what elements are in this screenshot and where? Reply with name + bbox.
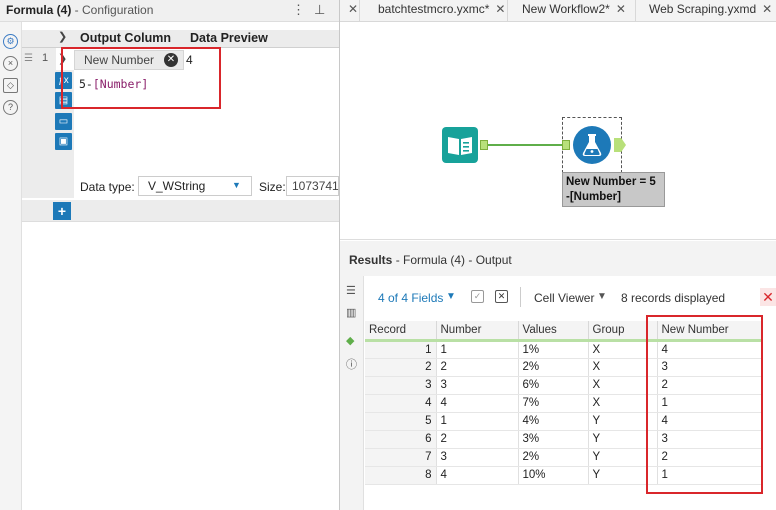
connection-line[interactable]: [488, 144, 564, 146]
data-type-label: Data type:: [80, 180, 135, 194]
output-column-header: Output Column: [80, 31, 171, 45]
drag-handle-icon[interactable]: ☰: [24, 53, 33, 64]
results-title: Results - Formula (4) - Output: [349, 253, 512, 267]
close-icon[interactable]: ✕: [760, 288, 776, 306]
table-cell[interactable]: 2: [436, 430, 519, 449]
flask-icon: [582, 134, 602, 156]
deselect-icon[interactable]: ✕: [495, 290, 508, 303]
record-number-cell[interactable]: 8: [365, 466, 437, 485]
table-cell[interactable]: 3: [436, 376, 519, 395]
chevron-down-icon[interactable]: ▼: [446, 291, 456, 302]
input-data-tool[interactable]: [442, 127, 478, 163]
column-header[interactable]: Values: [518, 321, 589, 342]
column-header[interactable]: Record: [365, 321, 437, 342]
help-icon[interactable]: ⓘ: [346, 356, 357, 372]
row-number: 1: [42, 52, 49, 64]
highlight-box-formula: [61, 47, 221, 109]
input-anchor[interactable]: [562, 140, 570, 150]
open-folder-icon[interactable]: ▭: [55, 113, 72, 130]
tag-icon[interactable]: ◇: [3, 78, 18, 93]
size-label: Size:: [259, 180, 286, 194]
record-number-cell[interactable]: 7: [365, 448, 437, 467]
table-cell[interactable]: 4%: [518, 412, 589, 431]
data-preview-header: Data Preview: [190, 31, 268, 45]
workflow-canvas[interactable]: [340, 23, 776, 240]
size-value: 1073741823: [292, 179, 339, 193]
record-number-cell[interactable]: 5: [365, 412, 437, 431]
close-icon[interactable]: ✕: [348, 2, 358, 16]
data-type-value: V_WString: [148, 179, 206, 193]
table-cell[interactable]: 3: [436, 448, 519, 467]
save-icon[interactable]: ▣: [55, 133, 72, 150]
help-icon[interactable]: ?: [3, 100, 18, 115]
close-icon[interactable]: ✕: [616, 2, 626, 16]
book-icon: [448, 137, 472, 155]
output-anchor[interactable]: [480, 140, 488, 150]
tab-web-scraping[interactable]: Web Scraping.yxmd ✕: [636, 0, 776, 22]
table-cell[interactable]: 3%: [518, 430, 589, 449]
table-cell[interactable]: 4: [436, 394, 519, 413]
list-icon[interactable]: ☰: [346, 284, 356, 297]
close-icon[interactable]: ✕: [495, 2, 505, 16]
dropdown-arrow-icon[interactable]: ▼: [232, 180, 241, 190]
connection-icon[interactable]: ×: [3, 56, 18, 71]
table-cell[interactable]: 6%: [518, 376, 589, 395]
tab-partial[interactable]: ✕: [340, 0, 360, 22]
table-cell[interactable]: 4: [436, 466, 519, 485]
column-header[interactable]: Number: [436, 321, 519, 342]
gear-icon[interactable]: ⚙: [3, 34, 18, 49]
formula-grid-header: [22, 30, 339, 48]
table-icon[interactable]: ▥: [346, 306, 356, 319]
collapse-all-chevron-icon[interactable]: ❯: [58, 30, 67, 43]
tab-batchtestmcro[interactable]: batchtestmcro.yxmc* ✕: [360, 0, 508, 22]
pin-icon[interactable]: ⊥: [314, 2, 325, 18]
config-side-rail: [0, 22, 22, 510]
configuration-title: Formula (4) - Configuration: [6, 3, 154, 17]
add-formula-button[interactable]: +: [53, 202, 71, 220]
records-count: 8 records displayed: [621, 291, 726, 305]
table-cell[interactable]: 10%: [518, 466, 589, 485]
table-cell[interactable]: 1: [436, 340, 519, 359]
tab-new-workflow2[interactable]: New Workflow2* ✕: [508, 0, 636, 22]
formula-tool[interactable]: [573, 126, 611, 164]
table-cell[interactable]: 2%: [518, 448, 589, 467]
fields-selector[interactable]: 4 of 4 Fields: [378, 291, 443, 305]
more-options-icon[interactable]: ⋮: [292, 2, 305, 18]
table-cell[interactable]: 7%: [518, 394, 589, 413]
close-icon[interactable]: ✕: [762, 2, 772, 16]
output-tag-icon[interactable]: ◆: [346, 334, 354, 347]
record-number-cell[interactable]: 4: [365, 394, 437, 413]
record-number-cell[interactable]: 1: [365, 340, 437, 359]
table-cell[interactable]: 1: [436, 412, 519, 431]
tool-annotation: New Number = 5 -[Number]: [562, 172, 665, 207]
highlight-box-new-number: [646, 315, 763, 494]
table-cell[interactable]: 2: [436, 358, 519, 377]
chevron-down-icon[interactable]: ▼: [597, 291, 607, 302]
record-number-cell[interactable]: 6: [365, 430, 437, 449]
cell-viewer-selector[interactable]: Cell Viewer: [534, 291, 594, 305]
row-gutter: [22, 48, 56, 198]
record-number-cell[interactable]: 3: [365, 376, 437, 395]
toolbar-separator: [520, 287, 521, 307]
table-cell[interactable]: 1%: [518, 340, 589, 359]
table-cell[interactable]: 2%: [518, 358, 589, 377]
record-number-cell[interactable]: 2: [365, 358, 437, 377]
checkbox-icon[interactable]: ✓: [471, 290, 484, 303]
